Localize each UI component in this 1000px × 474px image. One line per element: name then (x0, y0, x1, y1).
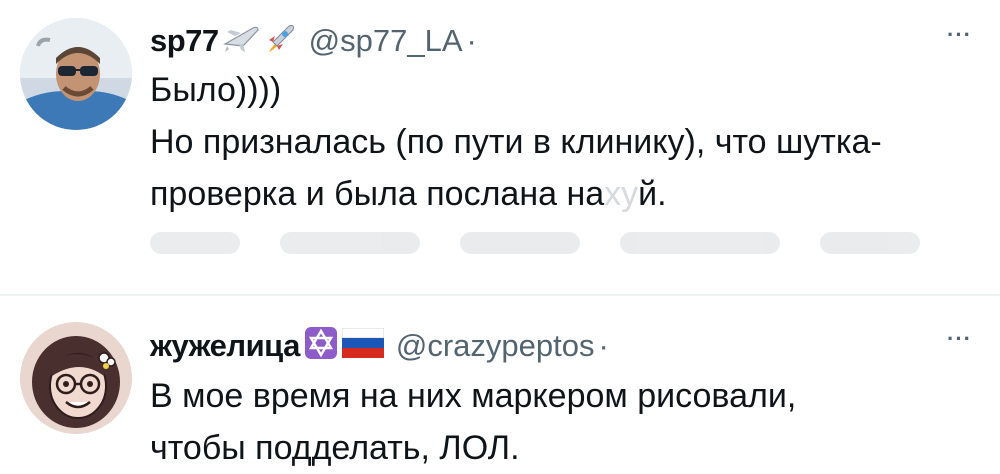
separator-dot: · (598, 327, 609, 363)
more-options-icon[interactable]: ··· (947, 22, 972, 48)
russia-flag-icon (341, 327, 385, 363)
avatar[interactable] (20, 322, 132, 434)
tweet-line: В мое время на них маркером рисовали, (150, 377, 797, 415)
tweet[interactable]: жужелица @crazypeptos · ··· В мое время … (0, 296, 1000, 473)
tweet-text: Было)))) Но призналась (по пути в клиник… (150, 64, 980, 220)
faded-action-bar (150, 232, 970, 262)
tweet-line: Но призналась (по пути в клинику), что ш… (150, 123, 882, 161)
tweet[interactable]: sp77 @sp77_LA · ··· Было)))) Но признала… (0, 0, 1000, 295)
display-name[interactable]: sp77 (150, 23, 219, 59)
tweet-header: sp77 @sp77_LA · (150, 22, 477, 59)
avatar-illustration (20, 322, 132, 434)
obscured-text: ху (604, 175, 639, 213)
user-handle[interactable]: @sp77_LA (309, 23, 463, 59)
separator-dot: · (466, 22, 477, 58)
tweet-line: проверка и была послана нахуй. (150, 175, 667, 213)
airplane-emoji-icon (222, 22, 261, 59)
display-name[interactable]: жужелица (150, 328, 300, 364)
avatar-photo (20, 18, 132, 130)
tweet-header: жужелица @crazypeptos · (150, 326, 609, 365)
tweet-line: чтобы подделать, ЛОЛ. (150, 429, 520, 467)
avatar[interactable] (20, 18, 132, 130)
tweet-line: Было)))) (150, 71, 282, 109)
rocket-emoji-icon (265, 22, 297, 59)
tweet-text: В мое время на них маркером рисовали, чт… (150, 370, 980, 474)
more-options-icon[interactable]: ··· (947, 326, 972, 352)
star-of-david-emoji-icon (304, 326, 338, 365)
user-handle[interactable]: @crazypeptos (396, 328, 595, 364)
